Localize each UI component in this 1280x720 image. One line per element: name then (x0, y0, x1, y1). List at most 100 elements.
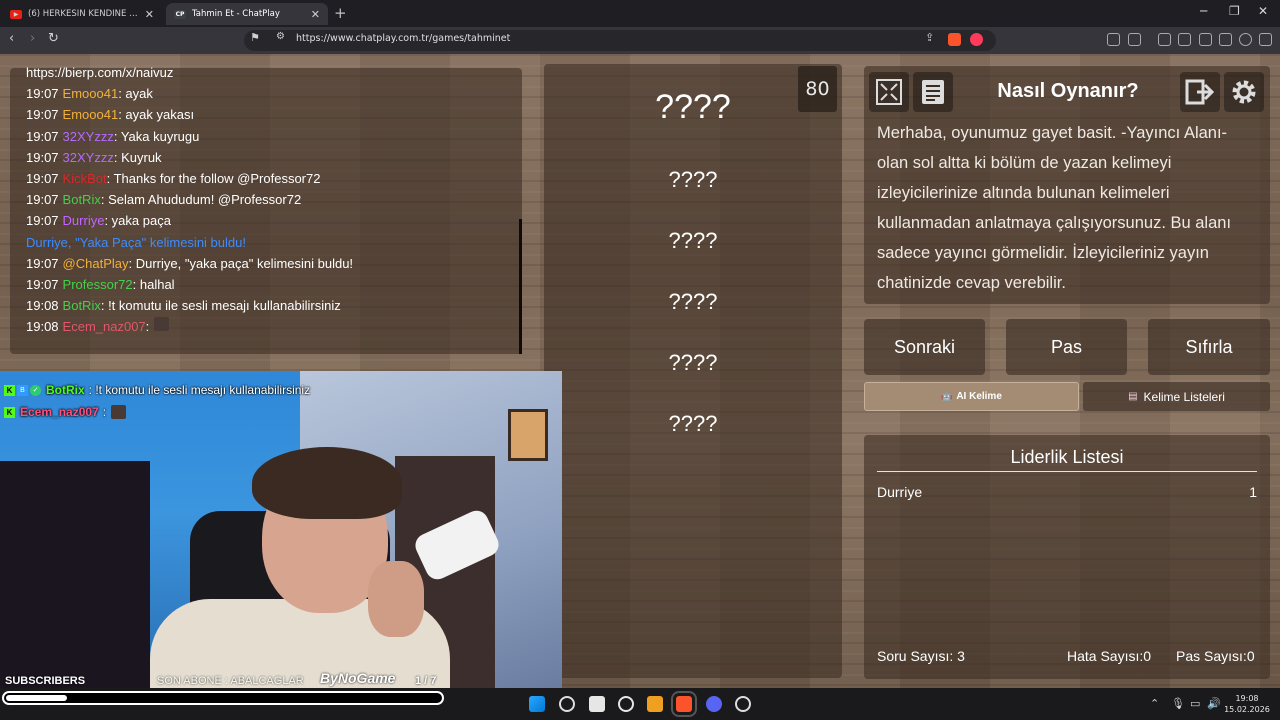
question-count-value: 3 (957, 648, 965, 664)
volume-icon[interactable]: 🔊 (1207, 697, 1221, 710)
chat-text: : halhal (132, 277, 175, 293)
reset-button[interactable]: Sıfırla (1148, 319, 1270, 375)
neon-poster (0, 461, 150, 688)
leo-ai-icon[interactable] (1219, 33, 1232, 46)
restore-icon[interactable]: ❐ (1229, 4, 1240, 18)
extensions-icon[interactable] (1107, 33, 1120, 46)
question-count-label: Soru Sayısı: (877, 648, 954, 664)
gear-icon (1232, 80, 1256, 104)
chat-text: : Kuyruk (113, 149, 162, 165)
bookmark-icon[interactable]: ⚑ (250, 31, 260, 44)
search-icon[interactable] (559, 696, 575, 712)
close-window-icon[interactable]: ✕ (1258, 4, 1268, 18)
chat-text: https://bierp.com/x/naivuz (26, 65, 174, 80)
back-icon[interactable]: ‹ (9, 31, 14, 46)
network-icon[interactable]: ▭ (1190, 697, 1200, 710)
forbidden-word: ???? (668, 228, 718, 253)
error-count: Hata Sayısı:0 (1067, 648, 1151, 664)
tab-chatplay[interactable]: CP Tahmin Et - ChatPlay ✕ (166, 3, 328, 25)
chat-username[interactable]: BotRix (63, 192, 101, 207)
chat-text: : Thanks for the follow @Professor72 (106, 171, 321, 187)
ai-word-button[interactable]: 🤖 AI Kelime (864, 382, 1079, 411)
next-button[interactable]: Sonraki (864, 319, 985, 375)
question-count: Soru Sayısı: 3 (877, 648, 965, 664)
emote-icon (154, 317, 170, 332)
menu-icon[interactable] (1259, 33, 1272, 46)
chat-username[interactable]: KickBot (63, 171, 107, 186)
chat-username[interactable]: Professor72 (63, 277, 133, 292)
chat-timestamp: 19:07 (26, 107, 59, 123)
brave-rewards-icon[interactable] (970, 33, 983, 46)
tray-chevron-icon[interactable]: ⌃ (1150, 697, 1159, 710)
vpn-icon[interactable] (1239, 33, 1252, 46)
screenshot-icon[interactable] (1128, 33, 1141, 46)
subscriber-ticker: SUBSCRIBERS SON ABONE : ABALCAGLAR ByNoG… (0, 670, 562, 688)
tab-youtube[interactable]: ▶ (6) HERKESİN KENDİNE YAKIŞANI YAP ✕ (2, 3, 162, 25)
reload-icon[interactable]: ↻ (48, 31, 59, 46)
chat-message: 19:07 Emooo41: ayak (26, 83, 353, 104)
chat-text: : !t komutu ile sesli mesajı kullanabili… (100, 298, 341, 314)
discord-icon[interactable] (706, 696, 722, 712)
fullscreen-button[interactable] (869, 72, 909, 112)
chat-username[interactable]: Durriye (63, 213, 105, 228)
media-icon[interactable] (1158, 33, 1171, 46)
chat-message: 19:08 BotRix: !t komutu ile sesli mesajı … (26, 295, 353, 316)
tab-label: (6) HERKESİN KENDİNE YAKIŞANI YAP (28, 9, 139, 19)
new-tab-icon[interactable]: + (334, 4, 347, 22)
site-settings-icon[interactable]: ⚙ (276, 31, 285, 42)
chat-username[interactable]: Ecem_naz007 (63, 319, 146, 334)
chat-username[interactable]: 32XYzzz (63, 150, 114, 165)
chat-username[interactable]: @ChatPlay (63, 256, 129, 271)
rules-button[interactable] (913, 72, 953, 112)
chat-username[interactable]: Emooo41 (63, 86, 119, 101)
chat-message: 19:07 32XYzzz: Kuyruk (26, 147, 353, 168)
chat-timestamp: 19:07 (26, 192, 59, 208)
overlay-username: Ecem_naz007 (20, 405, 99, 419)
chat-text: Durriye, "Yaka Paça" kelimesini buldu! (26, 234, 246, 250)
sidebar-icon[interactable] (1178, 33, 1191, 46)
wallet-icon[interactable] (1199, 33, 1212, 46)
settings-button[interactable] (1224, 72, 1264, 112)
chat-text: : Selam Ahududum! @Professor72 (100, 192, 302, 208)
overlay-message-text: : !t komutu ile sesli mesajı kullanabili… (88, 383, 311, 397)
chat-scrollbar[interactable] (519, 219, 522, 354)
ai-word-label: AI Kelime (956, 391, 1002, 402)
stream-goal-progress (2, 691, 444, 705)
chat-timestamp: 19:08 (26, 319, 59, 335)
brave-shields-icon[interactable] (948, 33, 961, 46)
pass-button[interactable]: Pas (1006, 319, 1127, 375)
microphone-icon[interactable]: 🎙 (1171, 697, 1185, 710)
brave-browser-icon[interactable] (671, 691, 697, 717)
windows-start-icon[interactable] (529, 696, 545, 712)
brand-logo: ByNoGame (320, 670, 396, 686)
share-icon[interactable]: ⇪ (925, 31, 934, 44)
chatgpt-icon[interactable] (618, 696, 634, 712)
chat-message: https://bierp.com/x/naivuz (26, 62, 353, 83)
chat-username[interactable]: BotRix (63, 298, 101, 313)
chat-text: : ayak (118, 86, 153, 102)
chat-text: : ayak yakası (118, 107, 195, 123)
leaderboard-divider (877, 471, 1257, 472)
system-clock[interactable]: 19:08 15.02.2026 (1220, 693, 1274, 715)
close-tab-icon[interactable]: ✕ (311, 8, 320, 21)
chat-message: 19:07 BotRix: Selam Ahududum! @Professor7… (26, 189, 353, 210)
word-lists-button[interactable]: ▤ Kelime Listeleri (1083, 382, 1270, 411)
overlay-message-text: : (102, 405, 107, 419)
task-view-icon[interactable] (589, 696, 605, 712)
url-text[interactable]: https://www.chatplay.com.tr/games/tahmin… (296, 33, 510, 44)
app-icon[interactable] (735, 696, 751, 712)
overlay-chat-message: K B ✓ BotRix : !t komutu ile sesli mesaj… (4, 383, 310, 397)
close-tab-icon[interactable]: ✕ (145, 8, 154, 21)
chat-username[interactable]: Emooo41 (63, 107, 119, 122)
chat-message: 19:07 32XYzzz: Yaka kuyrugu (26, 126, 353, 147)
app-icon[interactable] (647, 696, 663, 712)
how-to-play-text: Merhaba, oyunumuz gayet basit. -Yayıncı … (877, 124, 1232, 292)
chat-timestamp: 19:07 (26, 213, 59, 229)
forward-icon[interactable]: › (30, 31, 35, 46)
chat-username[interactable]: 32XYzzz (63, 129, 114, 144)
robot-icon: 🤖 (941, 391, 953, 401)
minimize-icon[interactable]: ─ (1200, 4, 1207, 18)
exit-button[interactable] (1180, 72, 1220, 112)
emote-icon (111, 405, 127, 419)
clock-date: 15.02.2026 (1224, 705, 1270, 714)
